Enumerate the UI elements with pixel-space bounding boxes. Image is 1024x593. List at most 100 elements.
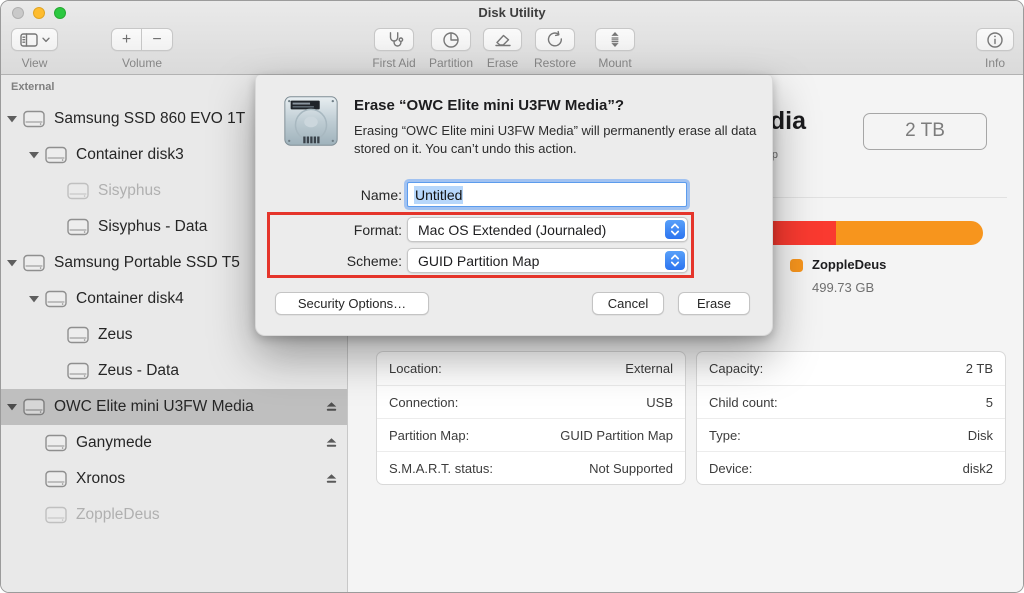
info-row: S.M.A.R.T. status:Not Supported <box>377 451 685 484</box>
cancel-button[interactable]: Cancel <box>592 292 664 315</box>
info-label: Partition Map: <box>389 428 469 443</box>
window-title: Disk Utility <box>1 5 1023 20</box>
info-row: Capacity: 2 TB <box>697 352 1005 385</box>
erase-dialog: Erase “OWC Elite mini U3FW Media”? Erasi… <box>255 75 773 336</box>
sidebar-item-owc-elite[interactable]: OWC Elite mini U3FW Media <box>1 389 347 425</box>
drive-icon <box>67 362 89 380</box>
info-row: Device: disk2 <box>697 451 1005 484</box>
sidebar-item-label: ZoppleDeus <box>76 506 160 524</box>
info-label: Info <box>985 56 1005 70</box>
info-value: Not Supported <box>589 461 673 476</box>
eject-icon[interactable] <box>325 473 338 486</box>
drive-icon <box>23 398 45 416</box>
security-options-button[interactable]: Security Options… <box>275 292 429 315</box>
partition-pie-icon <box>441 30 461 50</box>
hard-drive-icon <box>280 90 342 157</box>
disk-utility-window: Disk Utility View + − Volume First Aid <box>0 0 1024 593</box>
disclosure-triangle-icon[interactable] <box>7 115 23 123</box>
sidebar-item-zoppledeus[interactable]: ZoppleDeus <box>1 497 347 533</box>
drive-icon <box>67 218 89 236</box>
capacity-badge: 2 TB <box>863 113 987 150</box>
stethoscope-icon <box>384 30 404 50</box>
info-group: Info <box>976 28 1014 51</box>
sidebar-item-label: Xronos <box>76 470 125 488</box>
info-value: Disk <box>968 428 993 443</box>
eraser-icon <box>493 30 513 50</box>
mount-button[interactable] <box>595 28 635 51</box>
disclosure-triangle-icon[interactable] <box>29 151 45 159</box>
mount-label: Mount <box>598 56 631 70</box>
drive-icon <box>45 146 67 164</box>
disclosure-triangle-icon[interactable] <box>29 295 45 303</box>
sidebar-item-xronos[interactable]: Xronos <box>1 461 347 497</box>
name-input-selected-text: Untitled <box>414 186 463 204</box>
dialog-message: Erasing “OWC Elite mini U3FW Media” will… <box>354 122 774 158</box>
format-selected-value: Mac OS Extended (Journaled) <box>418 222 606 238</box>
eject-icon[interactable] <box>325 401 338 414</box>
sidebar-item-label: Container disk3 <box>76 146 184 164</box>
info-value: GUID Partition Map <box>560 428 673 443</box>
info-icon <box>985 30 1005 50</box>
eject-icon[interactable] <box>325 437 338 450</box>
info-value: 2 TB <box>966 361 993 376</box>
info-value: disk2 <box>963 461 993 476</box>
disclosure-triangle-icon[interactable] <box>7 403 23 411</box>
restore-button[interactable] <box>535 28 575 51</box>
restore-group: Restore <box>535 28 575 51</box>
partition-label: Partition <box>429 56 473 70</box>
name-input[interactable]: Untitled <box>407 182 687 207</box>
info-label: Location: <box>389 361 442 376</box>
first-aid-group: First Aid <box>374 28 414 51</box>
erase-group: Erase <box>483 28 522 51</box>
popup-stepper-icon <box>665 220 685 239</box>
first-aid-label: First Aid <box>372 56 415 70</box>
sidebar-item-label: Ganymede <box>76 434 152 452</box>
usage-segment-orange <box>836 221 983 245</box>
erase-tool-button[interactable] <box>483 28 522 51</box>
legend-volume-size: 499.73 GB <box>812 280 874 295</box>
info-row: Type: Disk <box>697 418 1005 451</box>
restore-label: Restore <box>534 56 576 70</box>
drive-icon <box>23 254 45 272</box>
name-field-label: Name: <box>256 187 402 203</box>
info-label: Connection: <box>389 395 458 410</box>
first-aid-button[interactable] <box>374 28 414 51</box>
add-volume-button[interactable]: + <box>111 28 142 51</box>
info-label: Capacity: <box>709 361 763 376</box>
info-row: Child count:5 <box>697 385 1005 418</box>
sidebar-item-label: Samsung Portable SSD T5 <box>54 254 240 272</box>
drive-icon <box>45 470 67 488</box>
drive-icon <box>67 326 89 344</box>
volume-group: + − Volume <box>111 28 173 51</box>
info-value: External <box>625 361 673 376</box>
info-button[interactable] <box>976 28 1014 51</box>
mount-group: Mount <box>595 28 635 51</box>
remove-volume-button[interactable]: − <box>142 28 173 51</box>
view-button[interactable] <box>11 28 58 51</box>
erase-button[interactable]: Erase <box>678 292 750 315</box>
format-select[interactable]: Mac OS Extended (Journaled) <box>407 217 688 242</box>
partition-button[interactable] <box>431 28 471 51</box>
view-label: View <box>22 56 48 70</box>
sidebar-item-zeus-data[interactable]: Zeus - Data <box>1 353 347 389</box>
sidebar-item-label: Container disk4 <box>76 290 184 308</box>
dialog-title: Erase “OWC Elite mini U3FW Media”? <box>354 97 624 114</box>
sidebar-item-ganymede[interactable]: Ganymede <box>1 425 347 461</box>
sidebar-item-label: Sisyphus <box>98 182 161 200</box>
volume-label: Volume <box>122 56 162 70</box>
scheme-select[interactable]: GUID Partition Map <box>407 248 688 273</box>
info-row: Location: External <box>377 352 685 385</box>
window-chrome: Disk Utility View + − Volume First Aid <box>1 1 1023 75</box>
info-row: Connection:USB <box>377 385 685 418</box>
popup-stepper-icon <box>665 251 685 270</box>
info-row: Partition Map: GUID Partition Map <box>377 418 685 451</box>
drive-icon <box>45 506 67 524</box>
disclosure-triangle-icon[interactable] <box>7 259 23 267</box>
sidebar-section-external: External <box>11 81 54 93</box>
erase-tool-label: Erase <box>487 56 518 70</box>
view-group: View <box>11 28 58 51</box>
info-label: Device: <box>709 461 752 476</box>
legend-volume-name: ZoppleDeus <box>812 257 886 272</box>
info-label: Type: <box>709 428 741 443</box>
restore-arrow-icon <box>545 30 565 50</box>
